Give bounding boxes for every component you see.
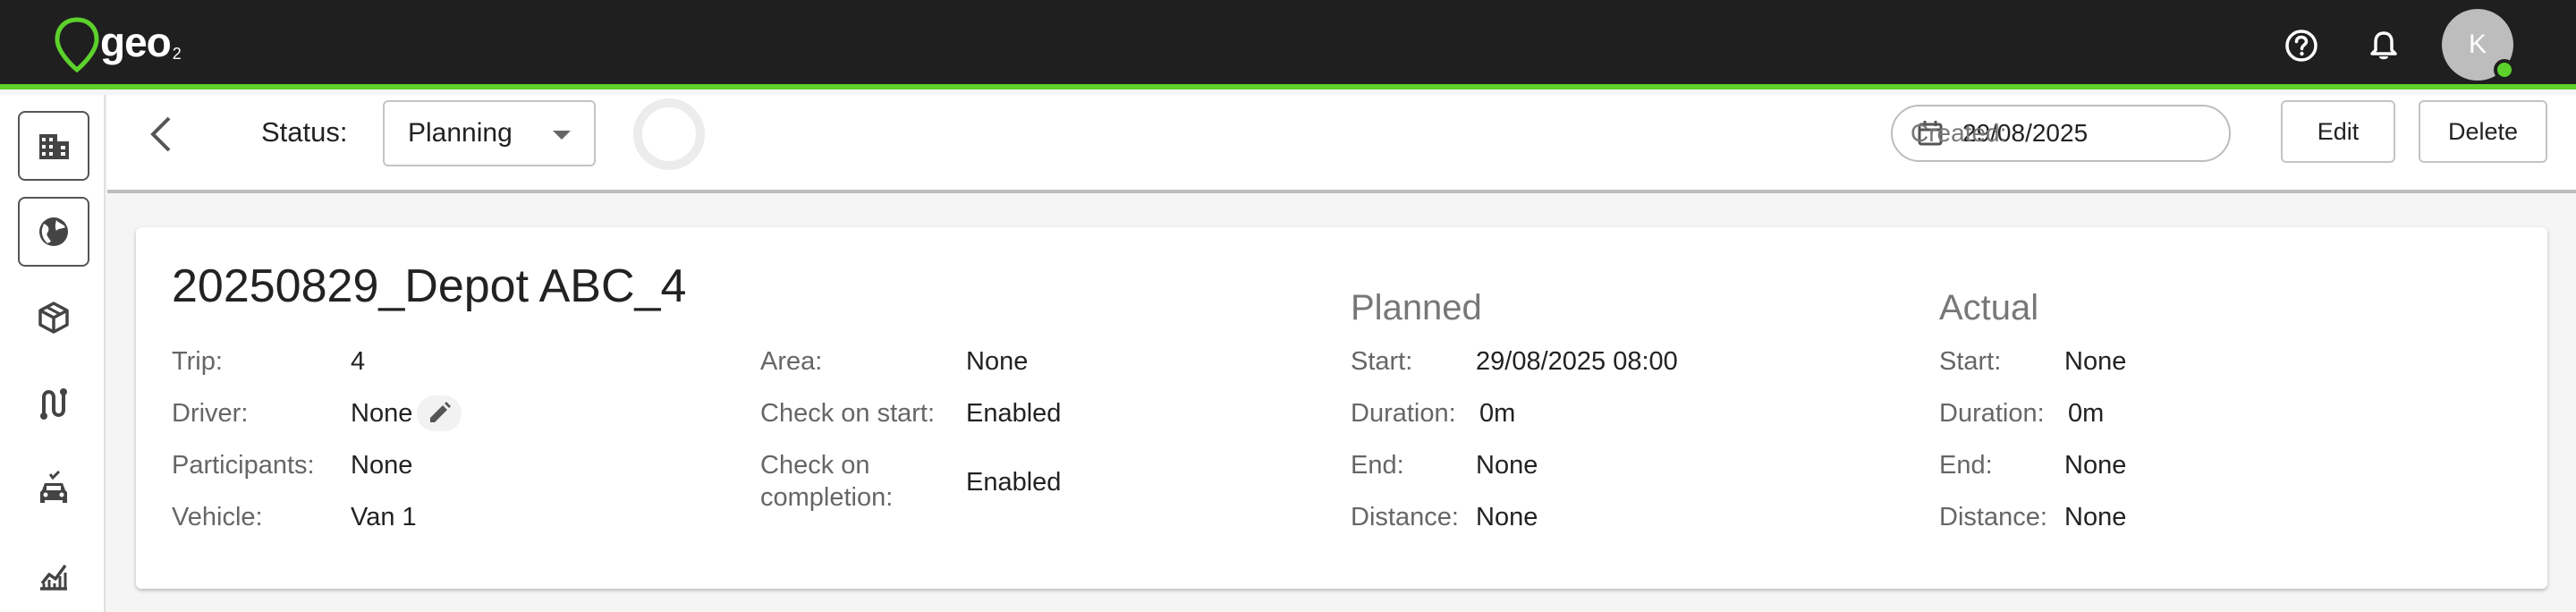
planned-distance-label: Distance:	[1351, 503, 1459, 531]
chevron-left-icon	[150, 116, 171, 152]
planned-duration-label: Duration:	[1351, 399, 1456, 428]
back-button[interactable]	[143, 112, 179, 157]
pencil-icon	[430, 402, 451, 422]
online-status-indicator	[2494, 59, 2515, 81]
location-pin-icon	[55, 17, 99, 73]
building-icon	[39, 134, 69, 159]
participants-label: Participants:	[172, 451, 315, 480]
driver-value: None	[351, 399, 413, 428]
actual-end-value: None	[2064, 451, 2127, 480]
route-icon	[40, 388, 67, 420]
car-icon	[40, 471, 67, 503]
box-icon	[38, 302, 69, 334]
status-dropdown[interactable]: Planning	[383, 100, 596, 166]
sidebar-item-packages[interactable]	[18, 283, 89, 353]
area-value: None	[966, 347, 1029, 376]
created-date-chip: Created: 29/08/2025	[1891, 105, 2231, 162]
vehicle-label: Vehicle:	[172, 503, 263, 531]
actual-start-label: Start:	[1939, 347, 2002, 376]
actual-end-label: End:	[1939, 451, 1993, 480]
sidebar-item-routes[interactable]	[18, 369, 89, 438]
actual-heading: Actual	[1939, 288, 2039, 327]
check-on-completion-label-line2: completion:	[760, 483, 894, 512]
planned-end-value: None	[1476, 451, 1538, 480]
planned-distance-value: None	[1476, 503, 1538, 531]
top-bar	[0, 0, 2576, 89]
bell-icon[interactable]	[2363, 25, 2404, 66]
actual-distance-label: Distance:	[1939, 503, 2047, 531]
sidebar-item-buildings[interactable]	[18, 111, 89, 181]
planned-end-label: End:	[1351, 451, 1404, 480]
planned-start-value: 29/08/2025 08:00	[1476, 347, 1678, 376]
help-icon[interactable]	[2281, 25, 2322, 66]
created-label: Created:	[1911, 119, 2007, 147]
logo-text: geo	[100, 19, 172, 65]
area-label: Area:	[760, 347, 823, 376]
sidebar-item-vehicles[interactable]	[18, 455, 89, 524]
trip-title: 20250829_Depot ABC_4	[172, 260, 687, 312]
edit-button[interactable]: Edit	[2281, 100, 2395, 163]
loading-spinner	[633, 98, 705, 170]
globe-icon	[39, 217, 68, 246]
trip-number-label: Trip:	[172, 347, 223, 376]
delete-button[interactable]: Delete	[2419, 100, 2547, 163]
edit-driver-button[interactable]	[417, 395, 462, 431]
app-logo[interactable]: geo 2	[52, 16, 182, 73]
status-label: Status:	[261, 116, 348, 148]
check-on-completion-label: Check on	[760, 451, 870, 480]
check-on-start-label: Check on start:	[760, 399, 936, 428]
participants-value: None	[351, 451, 413, 480]
sidebar-item-globe[interactable]	[18, 197, 89, 267]
avatar-initial: K	[2468, 30, 2487, 59]
driver-label: Driver:	[172, 399, 249, 428]
check-on-completion-value: Enabled	[966, 468, 1062, 497]
sidebar-item-reports[interactable]	[18, 540, 89, 610]
planned-heading: Planned	[1351, 288, 1482, 327]
chart-icon	[40, 564, 67, 591]
logo-subscript: 2	[172, 45, 182, 63]
status-value: Planning	[408, 118, 513, 148]
actual-duration-value: 0m	[2068, 399, 2105, 428]
actual-duration-label: Duration:	[1939, 399, 2045, 428]
chevron-down-icon	[553, 131, 571, 140]
actual-distance-value: None	[2064, 503, 2127, 531]
vehicle-value: Van 1	[351, 503, 417, 531]
check-on-start-value: Enabled	[966, 399, 1062, 428]
trip-number-value: 4	[351, 347, 366, 376]
planned-duration-value: 0m	[1479, 399, 1516, 428]
planned-start-label: Start:	[1351, 347, 1413, 376]
actual-start-value: None	[2064, 347, 2127, 376]
